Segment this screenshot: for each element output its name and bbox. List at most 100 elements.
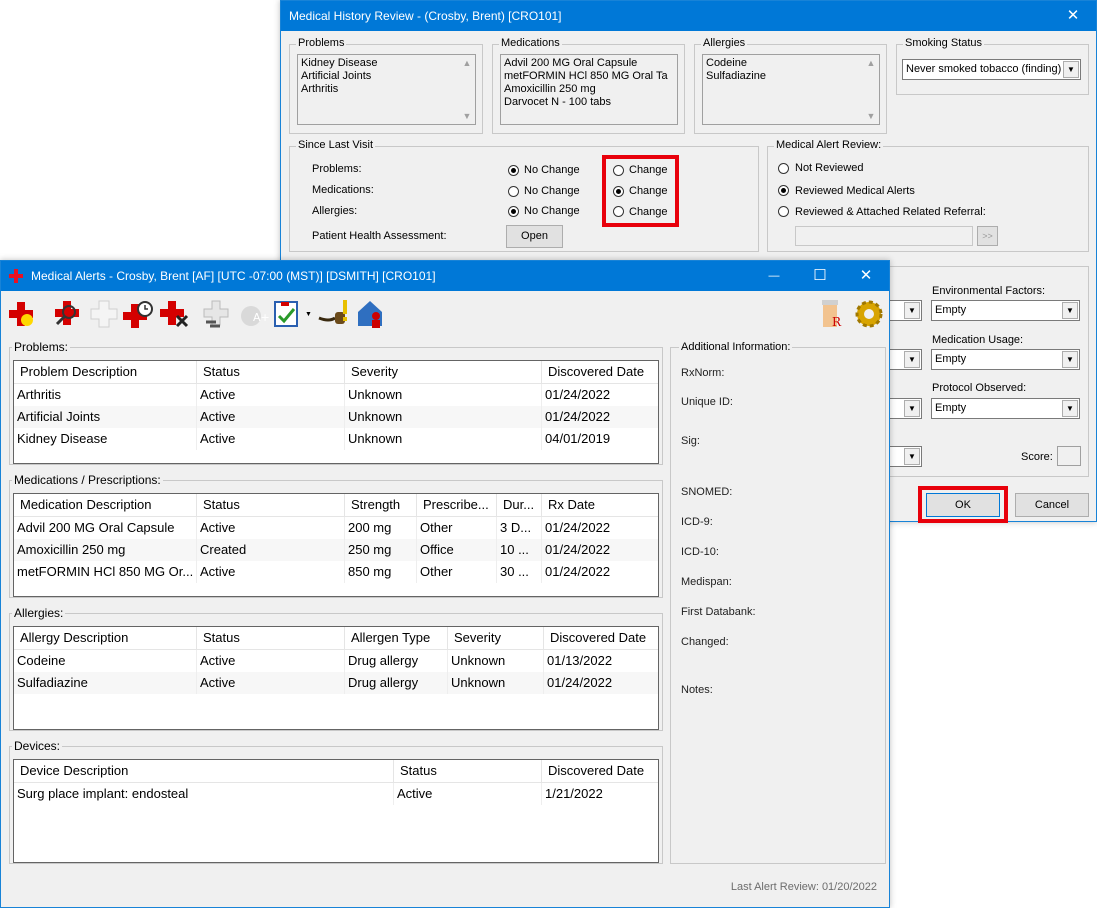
chevron-down-icon[interactable]: ▼ [904,400,920,417]
slv-allergies-label: Allergies: [312,205,358,217]
open-pha-button[interactable]: Open [506,225,563,248]
chevron-down-icon[interactable]: ▼ [904,448,920,465]
col-severity[interactable]: Severity [345,361,542,383]
table-row[interactable]: Codeine Active Drug allergy Unknown 01/1… [14,650,658,672]
close-icon[interactable]: ✕ [1050,1,1096,31]
col-problem-description[interactable]: Problem Description [14,361,197,383]
maximize-icon[interactable]: ☐ [797,261,843,291]
col-discovered-date[interactable]: Discovered Date [542,361,658,383]
cancel-button[interactable]: Cancel [1015,493,1089,517]
protocol-select[interactable]: Empty ▼ [931,398,1080,419]
referral-field[interactable] [795,226,973,246]
alerts-allergies-legend: Allergies: [12,606,66,620]
notes-label: Notes: [681,684,713,696]
search-alert-icon[interactable] [51,298,83,330]
col-allergen-type[interactable]: Allergen Type [345,627,448,649]
env-factors-value: Empty [935,304,967,316]
alert-history-icon[interactable] [123,298,155,330]
rx-bottle-icon[interactable]: R [816,298,848,330]
cell: Active [197,561,345,583]
browse-referral-button[interactable]: >> [977,226,998,246]
col-discovered-date[interactable]: Discovered Date [544,627,658,649]
browse-referral-glyph: >> [982,231,993,241]
cell: 01/13/2022 [544,650,658,672]
last-alert-review: Last Alert Review: 01/20/2022 [730,881,877,893]
col-severity[interactable]: Severity [448,627,544,649]
col-prescriber[interactable]: Prescribe... [417,494,497,516]
review-problems-list[interactable]: Kidney Disease Artificial Joints Arthrit… [297,54,476,125]
col-discovered-date[interactable]: Discovered Date [542,760,658,782]
apple-grade-icon[interactable]: A+ [237,298,270,330]
score-field[interactable] [1057,446,1081,466]
smoking-status-select[interactable]: Never smoked tobacco (finding) ▼ [902,59,1081,80]
chevron-down-icon[interactable]: ▼ [904,302,920,319]
reviewed-referral-radio[interactable] [778,206,789,217]
chevron-down-icon[interactable]: ▼ [305,311,312,318]
allergies-table[interactable]: Allergy Description Status Allergen Type… [13,626,659,730]
minimize-icon[interactable]: — [751,261,797,291]
list-item: Sulfadiazine [706,70,766,82]
problems-no-change-radio[interactable] [508,165,519,176]
reviewed-alerts-radio[interactable] [778,185,789,196]
ok-highlight-box [918,486,1008,523]
close-icon[interactable]: ✕ [843,261,889,291]
table-row[interactable]: Surg place implant: endosteal Active 1/2… [14,783,658,805]
table-row[interactable]: Arthritis Active Unknown 01/24/2022 [14,384,658,406]
problems-table[interactable]: Problem Description Status Severity Disc… [13,360,659,464]
table-row[interactable]: metFORMIN HCl 850 MG Or... Active 850 mg… [14,561,658,583]
cell: Created [197,539,345,561]
home-person-icon[interactable] [356,298,388,330]
table-row[interactable]: Advil 200 MG Oral Capsule Active 200 mg … [14,517,658,539]
col-rx-date[interactable]: Rx Date [542,494,658,516]
table-row[interactable]: Artificial Joints Active Unknown 01/24/2… [14,406,658,428]
cell: Active [394,783,542,805]
col-allergy-description[interactable]: Allergy Description [14,627,197,649]
devices-table[interactable]: Device Description Status Discovered Dat… [13,759,659,863]
app-red-cross-icon [9,269,23,283]
table-row[interactable]: Kidney Disease Active Unknown 04/01/2019 [14,428,658,450]
col-status[interactable]: Status [197,361,345,383]
link-icon[interactable] [200,298,232,330]
env-factors-select[interactable]: Empty ▼ [931,300,1080,321]
score-label: Score: [1021,451,1053,463]
col-status[interactable]: Status [197,494,345,516]
col-medication-description[interactable]: Medication Description [14,494,197,516]
list-item: Kidney Disease [301,57,378,69]
scrollbar[interactable]: ▲ ▼ [863,55,879,124]
list-item: Advil 200 MG Oral Capsule [504,57,638,69]
add-alert-icon[interactable] [7,298,39,330]
allergies-no-change-radio[interactable] [508,206,519,217]
smoking-status-legend: Smoking Status [903,37,985,49]
col-status[interactable]: Status [394,760,542,782]
blank-cross-icon[interactable] [88,298,120,330]
medications-no-change-radio[interactable] [508,186,519,197]
col-duration[interactable]: Dur... [497,494,542,516]
medications-table[interactable]: Medication Description Status Strength P… [13,493,659,597]
medispan-label: Medispan: [681,576,732,588]
review-medications-list[interactable]: Advil 200 MG Oral Capsule metFORMIN HCl … [500,54,678,125]
col-device-description[interactable]: Device Description [14,760,394,782]
chevron-down-icon[interactable]: ▼ [904,351,920,368]
settings-gear-icon[interactable] [853,298,885,330]
chevron-down-icon[interactable]: ▼ [1062,400,1078,417]
col-strength[interactable]: Strength [345,494,417,516]
cell: Artificial Joints [14,406,197,428]
cell: 01/24/2022 [542,384,658,406]
checklist-icon[interactable] [271,298,303,330]
review-allergies-list[interactable]: Codeine Sulfadiazine ▲ ▼ [702,54,880,125]
not-reviewed-radio[interactable] [778,163,789,174]
cancel-button-label: Cancel [1034,499,1070,511]
table-row[interactable]: Sulfadiazine Active Drug allergy Unknown… [14,672,658,694]
scrollbar[interactable]: ▲ ▼ [459,55,475,124]
delete-alert-icon[interactable] [159,298,191,330]
open-pha-button-label: Open [521,230,548,242]
chevron-down-icon[interactable]: ▼ [1062,351,1078,368]
chevron-down-icon[interactable]: ▼ [1063,61,1079,78]
cell: 850 mg [345,561,417,583]
cell: 1/21/2022 [542,783,658,805]
med-usage-select[interactable]: Empty ▼ [931,349,1080,370]
cell: Unknown [448,650,544,672]
table-row[interactable]: Amoxicillin 250 mg Created 250 mg Office… [14,539,658,561]
col-status[interactable]: Status [197,627,345,649]
chevron-down-icon[interactable]: ▼ [1062,302,1078,319]
